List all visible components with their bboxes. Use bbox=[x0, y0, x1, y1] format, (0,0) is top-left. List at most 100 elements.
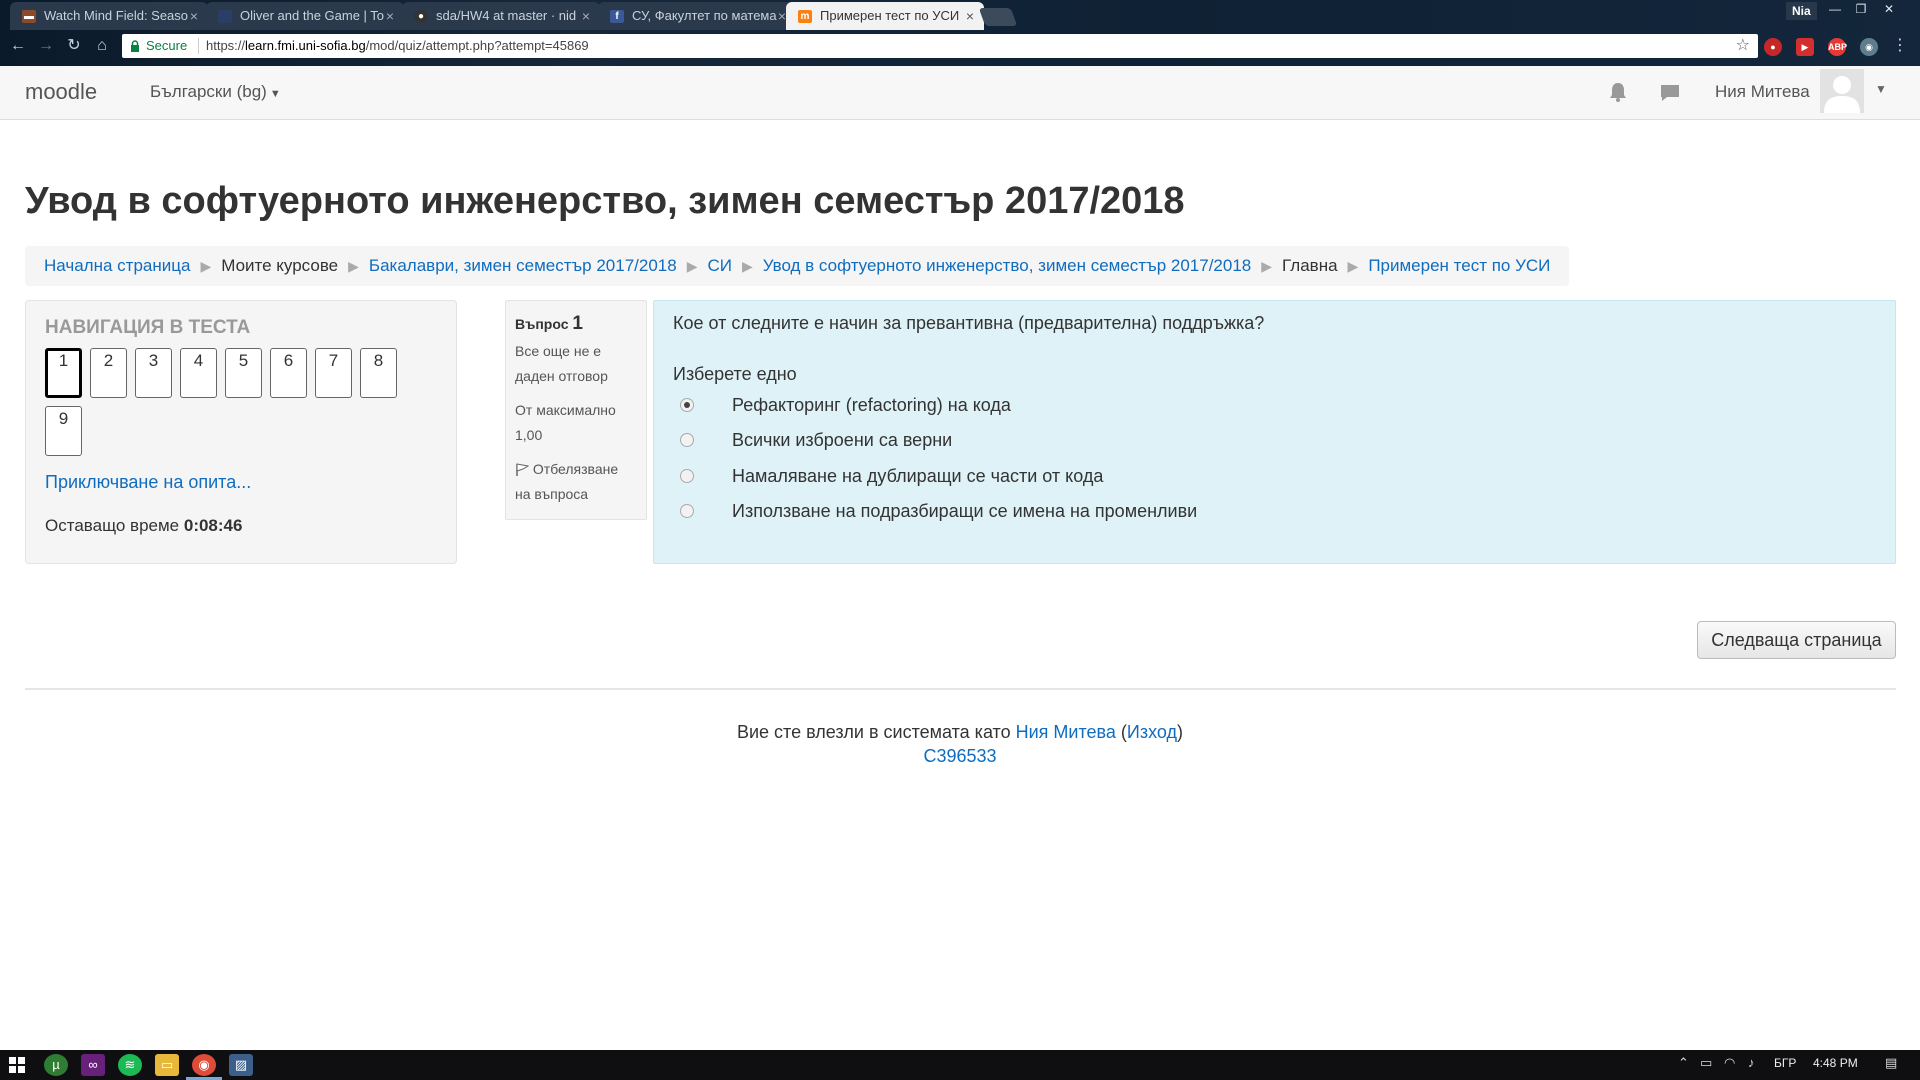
volume-icon[interactable]: ♪ bbox=[1748, 1055, 1755, 1070]
photos-icon[interactable]: ▨ bbox=[229, 1054, 253, 1076]
breadcrumb-item-category[interactable]: Бакалаври, зимен семестър 2017/2018 bbox=[369, 249, 677, 283]
answer-option-label: Намаляване на дублиращи се части от кода bbox=[732, 465, 1104, 486]
close-icon[interactable]: × bbox=[582, 2, 590, 30]
reload-icon[interactable]: ↻ bbox=[64, 36, 84, 56]
close-icon[interactable]: × bbox=[386, 2, 394, 30]
breadcrumb-item-my-courses: Моите курсове bbox=[221, 256, 339, 275]
chevron-up-icon[interactable]: ⌃ bbox=[1678, 1055, 1689, 1071]
battery-icon[interactable]: ▭ bbox=[1700, 1055, 1712, 1071]
minimize-icon[interactable]: — bbox=[1822, 0, 1848, 18]
bookmark-star-icon[interactable]: ☆ bbox=[1736, 34, 1750, 58]
close-icon[interactable]: × bbox=[966, 2, 974, 30]
radio-button-selected[interactable] bbox=[680, 398, 694, 412]
time-remaining: Оставащо време 0:08:46 bbox=[45, 516, 242, 536]
browser-tab-3[interactable]: ● sda/HW4 at master · nid × bbox=[402, 2, 600, 30]
extension-icon[interactable]: ▶ bbox=[1796, 38, 1814, 56]
avatar[interactable] bbox=[1820, 69, 1864, 113]
tab-title: Примерен тест по УСИ bbox=[820, 8, 960, 23]
answer-option-4[interactable]: Използване на подразбиращи се имена на п… bbox=[680, 499, 1197, 523]
chat-bubble-icon[interactable] bbox=[1658, 81, 1682, 105]
menu-icon[interactable]: ⋮ bbox=[1890, 36, 1910, 56]
finish-attempt-link[interactable]: Приключване на опита... bbox=[45, 472, 251, 493]
url-text: https://learn.fmi.uni-sofia.bg/mod/quiz/… bbox=[206, 34, 589, 58]
radio-button[interactable] bbox=[680, 433, 694, 447]
course-code-link[interactable]: C396533 bbox=[0, 746, 1920, 767]
keyboard-language[interactable]: БГР bbox=[1774, 1056, 1796, 1070]
question-info: Въпрос 1 Все още не е даден отговор От м… bbox=[505, 300, 647, 520]
file-explorer-icon[interactable]: ▭ bbox=[155, 1054, 179, 1076]
bell-icon[interactable] bbox=[1606, 80, 1630, 104]
browser-tab-1[interactable]: ▬ Watch Mind Field: Seaso × bbox=[10, 2, 208, 30]
windows-start-icon[interactable] bbox=[9, 1057, 25, 1073]
language-menu[interactable]: Български (bg) ▼ bbox=[150, 82, 281, 102]
answer-option-3[interactable]: Намаляване на дублиращи се части от кода bbox=[680, 464, 1103, 488]
breadcrumb-item-course[interactable]: Увод в софтуерното инженерство, зимен се… bbox=[763, 249, 1251, 283]
breadcrumb-item-home[interactable]: Начална страница bbox=[44, 249, 190, 283]
quiz-nav-question-6[interactable]: 6 bbox=[270, 348, 307, 398]
spotify-icon[interactable]: ≋ bbox=[118, 1054, 142, 1076]
close-icon[interactable]: × bbox=[778, 2, 786, 30]
adblock-plus-icon[interactable]: ABP bbox=[1828, 38, 1847, 56]
back-icon[interactable]: ← bbox=[8, 36, 28, 56]
quiz-nav-question-8[interactable]: 8 bbox=[360, 348, 397, 398]
answer-option-1[interactable]: Рефакторинг (refactoring) на кода bbox=[680, 393, 1011, 417]
forward-icon[interactable]: → bbox=[36, 36, 56, 56]
quiz-nav-question-1[interactable]: 1 bbox=[45, 348, 82, 398]
browser-tab-2[interactable]: Oliver and the Game | To × bbox=[206, 2, 404, 30]
quiz-nav-question-2[interactable]: 2 bbox=[90, 348, 127, 398]
logged-in-text: Вие сте влезли в системата като bbox=[736, 722, 1011, 742]
clock[interactable]: 4:48 PM bbox=[1813, 1056, 1858, 1070]
extension-icon[interactable]: ◉ bbox=[1860, 38, 1878, 56]
answer-option-label: Рефакторинг (refactoring) на кода bbox=[732, 394, 1011, 415]
close-window-icon[interactable]: ✕ bbox=[1876, 0, 1902, 18]
logout-link[interactable]: Изход bbox=[1127, 722, 1177, 742]
profile-button[interactable]: Nia bbox=[1786, 2, 1817, 20]
question-number: Въпрос 1 bbox=[515, 311, 637, 337]
radio-button[interactable] bbox=[680, 469, 694, 483]
divider bbox=[25, 688, 1896, 690]
utorrent-icon[interactable]: µ bbox=[44, 1054, 68, 1076]
address-bar[interactable]: Secure https://learn.fmi.uni-sofia.bg/mo… bbox=[122, 34, 1758, 58]
flag-question-toggle[interactable]: Отбелязване на въпроса bbox=[515, 457, 637, 507]
caret-down-icon[interactable]: ▼ bbox=[1875, 82, 1887, 96]
question-content: Кое от следните е начин за превантивна (… bbox=[653, 300, 1896, 564]
breadcrumb-divider-icon: ▶ bbox=[200, 258, 212, 274]
chrome-icon[interactable]: ◉ bbox=[192, 1054, 216, 1076]
breadcrumb: Начална страница ▶ Моите курсове ▶ Бакал… bbox=[25, 246, 1570, 286]
quiz-nav-question-9[interactable]: 9 bbox=[45, 406, 82, 456]
quiz-nav-question-3[interactable]: 3 bbox=[135, 348, 172, 398]
tab-title: sda/HW4 at master · nid bbox=[436, 8, 577, 23]
quiz-nav-question-4[interactable]: 4 bbox=[180, 348, 217, 398]
time-remaining-label: Оставащо време bbox=[45, 516, 180, 535]
user-profile-link[interactable]: Ния Митева bbox=[1016, 722, 1116, 742]
question-label: Въпрос bbox=[515, 316, 569, 332]
quiz-navigation-block: НАВИГАЦИЯ В ТЕСТА 1 2 3 4 5 6 7 8 9 Прик… bbox=[25, 300, 457, 564]
tab-title: Oliver and the Game | To bbox=[240, 8, 385, 23]
home-icon[interactable]: ⌂ bbox=[92, 36, 112, 56]
close-icon[interactable]: × bbox=[190, 2, 198, 30]
extension-icon[interactable]: ● bbox=[1764, 38, 1782, 56]
browser-tab-5[interactable]: m Примерен тест по УСИ × bbox=[786, 2, 984, 30]
site-brand[interactable]: moodle bbox=[25, 79, 97, 105]
visual-studio-icon[interactable]: ∞ bbox=[81, 1054, 105, 1076]
restore-icon[interactable]: ❐ bbox=[1848, 0, 1874, 18]
quiz-nav-question-5[interactable]: 5 bbox=[225, 348, 262, 398]
user-menu-name[interactable]: Ния Митева bbox=[1715, 82, 1810, 102]
secure-label: Secure bbox=[146, 38, 188, 53]
answer-option-2[interactable]: Всички изброени са верни bbox=[680, 428, 952, 452]
address-row: ← → ↻ ⌂ Secure https://learn.fmi.uni-sof… bbox=[0, 30, 1920, 64]
browser-tab-4[interactable]: f СУ, Факултет по матема × bbox=[598, 2, 796, 30]
tab-strip: ▬ Watch Mind Field: Seaso × Oliver and t… bbox=[0, 0, 1920, 30]
next-page-button[interactable]: Следваща страница bbox=[1697, 621, 1896, 659]
breadcrumb-item-quiz[interactable]: Примерен тест по УСИ bbox=[1368, 249, 1550, 283]
language-label: Български (bg) bbox=[150, 82, 267, 101]
wifi-icon[interactable]: ◠ bbox=[1724, 1055, 1735, 1071]
new-tab-button[interactable] bbox=[978, 8, 1018, 26]
answer-option-label: Всички изброени са верни bbox=[732, 429, 953, 450]
breadcrumb-item-si[interactable]: СИ bbox=[707, 249, 732, 283]
radio-button[interactable] bbox=[680, 504, 694, 518]
notifications-icon[interactable]: ▤ bbox=[1885, 1055, 1897, 1071]
answer-prompt: Изберете едно bbox=[673, 364, 797, 384]
logged-in-info: Вие сте влезли в системата като Ния Мите… bbox=[0, 722, 1920, 743]
quiz-nav-question-7[interactable]: 7 bbox=[315, 348, 352, 398]
